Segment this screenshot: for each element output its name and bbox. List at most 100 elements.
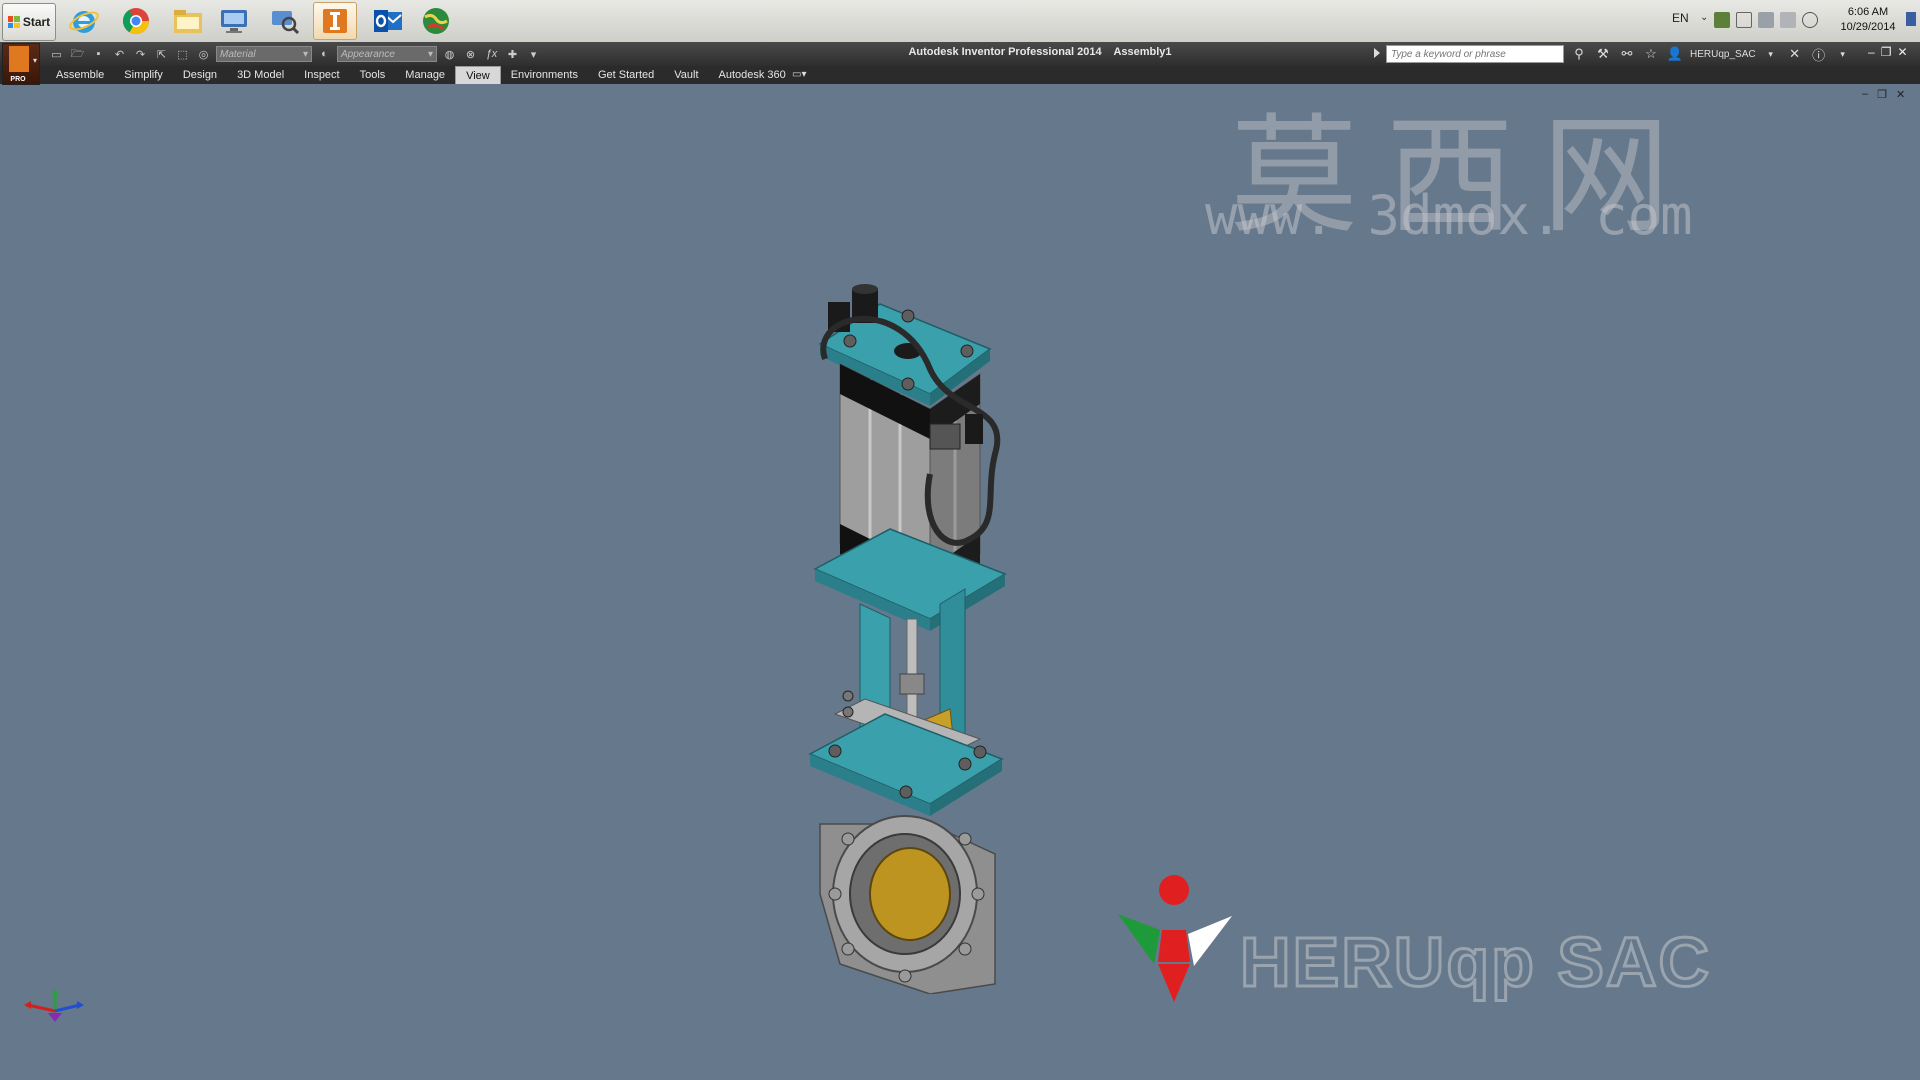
tab-autodesk-360[interactable]: Autodesk 360 [709,66,796,84]
bolt [901,309,915,323]
material-dropdown[interactable]: Material ▾ [216,46,312,62]
undo-icon[interactable]: ↶ [111,46,128,62]
move-icon[interactable]: ✚ [504,46,521,62]
volume-icon[interactable] [1802,12,1818,28]
chrome-icon[interactable] [114,2,158,40]
valve-connector [965,414,983,444]
tab-manage[interactable]: Manage [395,66,455,84]
clear-appearance-icon[interactable]: ⊗ [462,46,479,62]
company-logo-mark [1118,875,1232,1002]
bolt [960,344,974,358]
company-logo-text: HERUqp SAC [1238,922,1712,1003]
select-icon[interactable]: ⬚ [174,46,191,62]
new-file-icon[interactable]: ▭ [48,46,65,62]
chevron-down-icon: ▾ [302,48,308,60]
stem-nut [899,673,925,695]
material-placeholder: Material [220,48,256,60]
fitting-top [852,284,878,294]
start-button[interactable]: Start [2,3,56,41]
infocenter-toolbar: ⚲ ⚒ ⚯ ☆ 👤 HERUqp_SAC ▾ ✕ ⓘ ▾ [1570,45,1852,63]
redo-icon[interactable]: ↷ [132,46,149,62]
subscription-center-icon[interactable]: ⚒ [1594,45,1612,63]
open-folder-icon[interactable]: 🗁 [69,46,86,62]
power-icon[interactable] [1780,12,1796,28]
tray-expand-icon[interactable]: ⌄ [1700,12,1708,28]
appearance-dropdown[interactable]: Appearance ▾ [337,46,437,62]
save-icon[interactable]: ▪ [90,46,107,62]
show-desktop-button[interactable] [1906,12,1916,26]
watermark-url: www. 3dmox. com [1205,184,1693,247]
minimize-icon[interactable]: ‒ [1868,45,1875,59]
windows-taskbar: Start EN ⌄ 6:06 AM 10/29/2014 [0,0,1920,43]
tab-vault[interactable]: Vault [664,66,708,84]
user-icon[interactable]: 👤 [1666,45,1684,63]
app-name: Autodesk Inventor Professional 2014 [908,46,1102,58]
help-icon[interactable]: ⓘ [1810,45,1828,63]
clock-time: 6:06 AM [1847,6,1889,18]
remote-desktop-icon[interactable] [212,2,256,40]
chevron-down-icon: ▾ [32,56,37,65]
network-icon[interactable] [1758,12,1774,28]
bolt [901,377,915,391]
tab-view[interactable]: View [455,66,501,84]
tab-3d-model[interactable]: 3D Model [227,66,294,84]
graphics-viewport[interactable]: ‒ ❐ ✕ 莫西网 www. 3dmox. com HERUqp SAC [0,84,1920,1080]
chevron-down-icon[interactable]: ▾ [1834,45,1852,63]
minimize-icon[interactable]: ‒ [1862,88,1868,101]
close-icon[interactable]: ✕ [1897,45,1907,59]
window-title: Autodesk Inventor Professional 2014 Asse… [780,46,1300,58]
system-tray: ⌄ [1700,12,1818,28]
bolt [958,757,972,771]
inventor-logo-icon [9,46,29,72]
appearance-sphere-icon[interactable]: ◐ [316,46,333,62]
windows-logo-icon [7,16,20,28]
tab-inspect[interactable]: Inspect [294,66,349,84]
close-icon[interactable]: ✕ [1896,88,1905,101]
user-name[interactable]: HERUqp_SAC [1690,49,1756,60]
outlook-icon[interactable] [366,2,410,40]
return-icon[interactable]: ⇱ [153,46,170,62]
inventor-icon[interactable] [313,2,357,40]
update-icon[interactable]: ◎ [195,46,212,62]
customize-qat-icon[interactable]: ▾ [525,46,542,62]
tray-app-icon[interactable] [1714,12,1730,28]
chevron-down-icon[interactable]: ▾ [1762,45,1780,63]
bolt [899,785,913,799]
tab-simplify[interactable]: Simplify [114,66,173,84]
tab-tools[interactable]: Tools [350,66,396,84]
taskbar-clock[interactable]: 6:06 AM 10/29/2014 [1836,5,1900,35]
view-cube-triad[interactable] [20,989,90,1029]
document-window-controls: ‒ ❐ ✕ [1862,88,1905,101]
adjust-appearance-icon[interactable]: ◍ [441,46,458,62]
ie-icon[interactable] [62,2,106,40]
action-center-flag-icon[interactable] [1736,12,1752,28]
tab-environments[interactable]: Environments [501,66,588,84]
application-menu-button[interactable]: PRO ▾ [2,43,40,85]
knife-gate-valve-model[interactable] [780,194,1030,994]
explorer-icon[interactable] [166,2,210,40]
clock-date: 10/29/2014 [1840,21,1896,33]
tab-assemble[interactable]: Assemble [46,66,114,84]
valve-bore-gate [869,847,951,941]
parameters-fx-icon[interactable]: ƒx [483,46,500,62]
binoculars-search-icon[interactable]: ⚲ [1570,45,1588,63]
ribbon-tabs: Assemble Simplify Design 3D Model Inspec… [46,66,796,84]
communication-center-icon[interactable]: ⚯ [1618,45,1636,63]
tab-design[interactable]: Design [173,66,227,84]
exchange-apps-icon[interactable]: ✕ [1786,45,1804,63]
network-search-icon[interactable] [262,2,306,40]
restore-icon[interactable]: ❐ [1877,88,1887,101]
solenoid-block [929,423,961,450]
tab-get-started[interactable]: Get Started [588,66,664,84]
help-search-input[interactable] [1386,45,1564,63]
edition-badge: PRO [10,76,26,83]
search-expand-icon[interactable] [1374,48,1380,58]
start-label: Start [22,15,51,29]
globe-app-icon[interactable] [414,2,458,40]
chevron-down-icon: ▾ [427,48,433,60]
bolt [843,334,857,348]
favorites-star-icon[interactable]: ☆ [1642,45,1660,63]
quick-access-toolbar: ▭ 🗁 ▪ ↶ ↷ ⇱ ⬚ ◎ Material ▾ ◐ Appearance … [48,46,542,62]
restore-icon[interactable]: ❐ [1881,45,1892,59]
language-indicator[interactable]: EN [1672,11,1689,25]
